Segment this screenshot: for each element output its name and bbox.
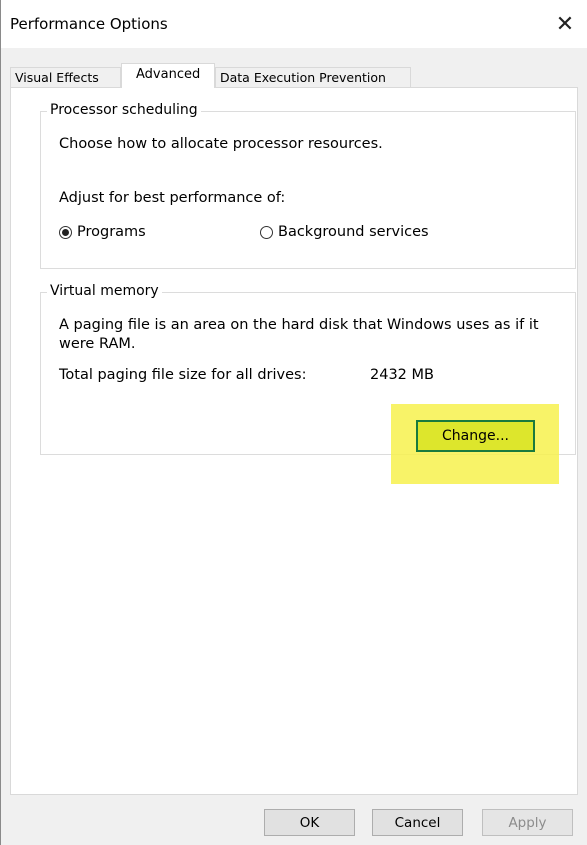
processor-scheduling-legend: Processor scheduling — [47, 102, 201, 118]
tab-data-execution-prevention[interactable]: Data Execution Prevention — [215, 67, 411, 87]
tab-advanced[interactable]: Advanced — [121, 63, 215, 88]
cancel-button[interactable]: Cancel — [372, 809, 463, 836]
processor-description: Choose how to allocate processor resourc… — [59, 136, 383, 152]
radio-programs[interactable]: Programs — [59, 224, 146, 240]
apply-button[interactable]: Apply — [482, 809, 573, 836]
radio-programs-indicator[interactable] — [59, 225, 72, 239]
adjust-performance-label: Adjust for best performance of: — [59, 190, 286, 206]
close-icon: ✕ — [555, 11, 575, 37]
radio-background-services[interactable]: Background services — [260, 224, 429, 240]
change-button[interactable]: Change... — [416, 420, 535, 452]
virtual-memory-legend: Virtual memory — [47, 283, 162, 299]
virtual-memory-description-line1: A paging file is an area on the hard dis… — [59, 317, 539, 333]
radio-background-services-label: Background services — [278, 224, 429, 240]
close-button[interactable]: ✕ — [542, 0, 587, 48]
virtual-memory-description-line2: were RAM. — [59, 336, 136, 352]
ok-button[interactable]: OK — [264, 809, 355, 836]
total-paging-file-label: Total paging file size for all drives: — [59, 367, 307, 383]
processor-scheduling-group: Processor scheduling Choose how to alloc… — [40, 102, 576, 269]
dialog-client-area: Visual Effects Advanced Data Execution P… — [1, 48, 587, 845]
radio-background-services-indicator[interactable] — [260, 225, 273, 239]
radio-programs-label: Programs — [77, 224, 146, 240]
tab-visual-effects[interactable]: Visual Effects — [10, 67, 121, 87]
title-bar: Performance Options ✕ — [1, 0, 587, 48]
performance-options-dialog: Performance Options ✕ Visual Effects Adv… — [0, 0, 587, 845]
window-title: Performance Options — [10, 15, 168, 33]
total-paging-file-value: 2432 MB — [370, 367, 434, 383]
